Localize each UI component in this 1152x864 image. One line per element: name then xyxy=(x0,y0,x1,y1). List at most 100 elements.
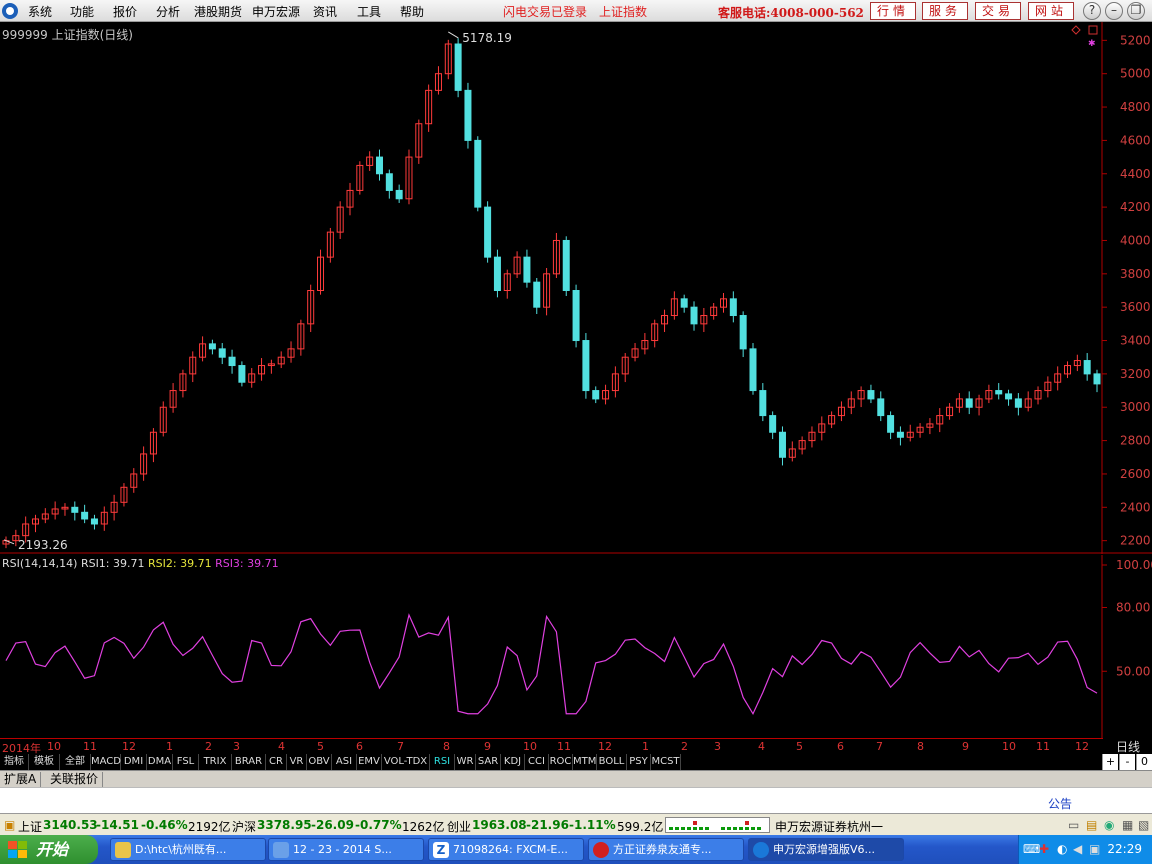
candle xyxy=(71,506,79,513)
period-label[interactable]: 日线 xyxy=(1104,738,1152,754)
zoom-in-button[interactable]: + xyxy=(1102,754,1118,770)
price-chart[interactable]: 2200 2400 2600 2800 3000 3200 3400 3600 3800 4000… xyxy=(0,22,1152,554)
calendar-icon[interactable]: ▦ xyxy=(1122,818,1133,832)
start-button[interactable]: 开始 xyxy=(0,835,98,864)
date-axis-label: 10 xyxy=(1002,740,1016,753)
tab-related-quotes[interactable]: 关联报价 xyxy=(46,772,104,787)
screen-icon[interactable]: ▭ xyxy=(1068,818,1079,832)
rsi3-value: RSI3: 39.71 xyxy=(215,557,279,570)
price-tick-label: 5200 xyxy=(1120,33,1151,47)
candle xyxy=(454,43,462,91)
tab-rsi[interactable]: RSI xyxy=(430,754,455,770)
keyboard-icon[interactable]: ⌨ xyxy=(1023,842,1040,856)
tab-trix[interactable]: TRIX xyxy=(199,754,232,770)
tab-vol-tdx[interactable]: VOL-TDX xyxy=(382,754,430,770)
lock-icon[interactable]: ▤ xyxy=(1086,818,1097,832)
tab-sar[interactable]: SAR xyxy=(476,754,501,770)
tab-macd[interactable]: MACD xyxy=(91,754,121,770)
date-axis-label: 11 xyxy=(1036,740,1050,753)
menu-broker[interactable]: 申万宏源 xyxy=(252,3,300,20)
minimize-icon[interactable]: – xyxy=(1105,2,1123,20)
notice-label[interactable]: 公告 xyxy=(1048,795,1072,812)
date-axis: 2014年 10 11 12 1 2 3 4 5 6 7 8 9 10 11 12 1 2 3 4 5 6 7 8 9 10 11 1… xyxy=(0,738,1103,755)
date-axis-label: 9 xyxy=(962,740,969,753)
task-fxcm[interactable]: Z 71098264: FXCM-E... xyxy=(428,838,584,861)
tab-emv[interactable]: EMV xyxy=(357,754,382,770)
rsi-chart[interactable]: 50.00 80.00 100.00 xyxy=(0,555,1152,738)
candle xyxy=(562,239,570,291)
zoom-out-button[interactable]: - xyxy=(1119,754,1135,770)
candle xyxy=(493,256,501,291)
reset-button[interactable]: 0 xyxy=(1136,754,1152,770)
task-folder[interactable]: D:\htc\杭州既有... xyxy=(110,838,266,861)
date-axis-label: 12 xyxy=(1075,740,1089,753)
menu-quote[interactable]: 报价 xyxy=(113,3,137,20)
date-axis-label: 8 xyxy=(443,740,450,753)
help-icon[interactable]: ? xyxy=(1083,2,1101,20)
service-button[interactable]: 服务 xyxy=(922,2,968,20)
date-axis-label: 6 xyxy=(356,740,363,753)
menu-help[interactable]: 帮助 xyxy=(400,3,424,20)
menu-tools[interactable]: 工具 xyxy=(357,3,381,20)
signal-icon[interactable]: ◉ xyxy=(1104,818,1114,832)
mouse-icon[interactable]: ◐ xyxy=(1057,842,1067,856)
tab-all[interactable]: 全部 xyxy=(60,754,91,770)
tab-vr[interactable]: VR xyxy=(287,754,307,770)
task-label: 71098264: FXCM-E... xyxy=(453,843,568,856)
price-tick-label: 3600 xyxy=(1120,300,1151,314)
menu-function[interactable]: 功能 xyxy=(70,3,94,20)
candle xyxy=(464,89,472,141)
candle xyxy=(995,390,1003,395)
indicator-tabs: 指标 模板 全部 MACD DMI DMA FSL TRIX BRAR CR VR OBV ASI EMV… xyxy=(0,754,1152,770)
speaker-icon[interactable]: ◀ xyxy=(1073,842,1082,856)
task-spreadsheet[interactable]: 12 - 23 - 2014 S... xyxy=(268,838,424,861)
tab-brar[interactable]: BRAR xyxy=(232,754,266,770)
app-logo-icon[interactable] xyxy=(2,3,18,19)
menu-hk-futures[interactable]: 港股期货 xyxy=(194,3,242,20)
candle xyxy=(965,398,973,408)
price-tick-label: 5000 xyxy=(1120,67,1151,81)
tab-roc[interactable]: ROC xyxy=(549,754,573,770)
ime-icon[interactable]: ✚ xyxy=(1039,842,1049,856)
tab-obv[interactable]: OBV xyxy=(307,754,332,770)
candle xyxy=(729,298,737,317)
task-swhy[interactable]: 申万宏源增强版V6... xyxy=(748,838,904,861)
low-label: 2193.26 xyxy=(18,538,68,552)
tab-psy[interactable]: PSY xyxy=(627,754,651,770)
task-founder[interactable]: 方正证券泉友通专... xyxy=(588,838,744,861)
network-icon[interactable]: ▣ xyxy=(1089,842,1100,856)
menu-system[interactable]: 系统 xyxy=(28,3,52,20)
tab-dma[interactable]: DMA xyxy=(147,754,173,770)
price-tick-label: 4200 xyxy=(1120,200,1151,214)
market-breadth-indicator xyxy=(665,817,770,833)
tab-fsl[interactable]: FSL xyxy=(173,754,199,770)
tab-cci[interactable]: CCI xyxy=(525,754,549,770)
alert-icon[interactable]: ▣ xyxy=(4,818,15,832)
menu-analysis[interactable]: 分析 xyxy=(156,3,180,20)
founder-icon xyxy=(593,842,609,858)
candle xyxy=(877,398,885,417)
tab-asi[interactable]: ASI xyxy=(332,754,357,770)
website-button[interactable]: 网站 xyxy=(1028,2,1074,20)
market-button[interactable]: 行情 xyxy=(870,2,916,20)
tab-mcst[interactable]: MCST xyxy=(651,754,681,770)
tab-wr[interactable]: WR xyxy=(455,754,476,770)
tab-kdj[interactable]: KDJ xyxy=(501,754,525,770)
tab-mtm[interactable]: MTM xyxy=(573,754,597,770)
tab-indicator[interactable]: 指标 xyxy=(0,754,29,770)
trade-button[interactable]: 交易 xyxy=(975,2,1021,20)
tab-cr[interactable]: CR xyxy=(266,754,287,770)
tab-template[interactable]: 模板 xyxy=(29,754,60,770)
date-axis-label: 5 xyxy=(796,740,803,753)
settings-icon[interactable]: ▧ xyxy=(1138,818,1149,832)
restore-icon[interactable]: ❐ xyxy=(1127,2,1145,20)
candle xyxy=(749,348,757,392)
menu-news[interactable]: 资讯 xyxy=(313,3,337,20)
tab-dmi[interactable]: DMI xyxy=(121,754,147,770)
price-tick-label: 4000 xyxy=(1120,233,1151,247)
tab-extension-a[interactable]: 扩展A xyxy=(0,772,42,787)
tab-boll[interactable]: BOLL xyxy=(597,754,627,770)
rsi-tick-label: 100.00 xyxy=(1116,558,1152,572)
date-axis-label: 11 xyxy=(557,740,571,753)
candle xyxy=(238,365,246,383)
